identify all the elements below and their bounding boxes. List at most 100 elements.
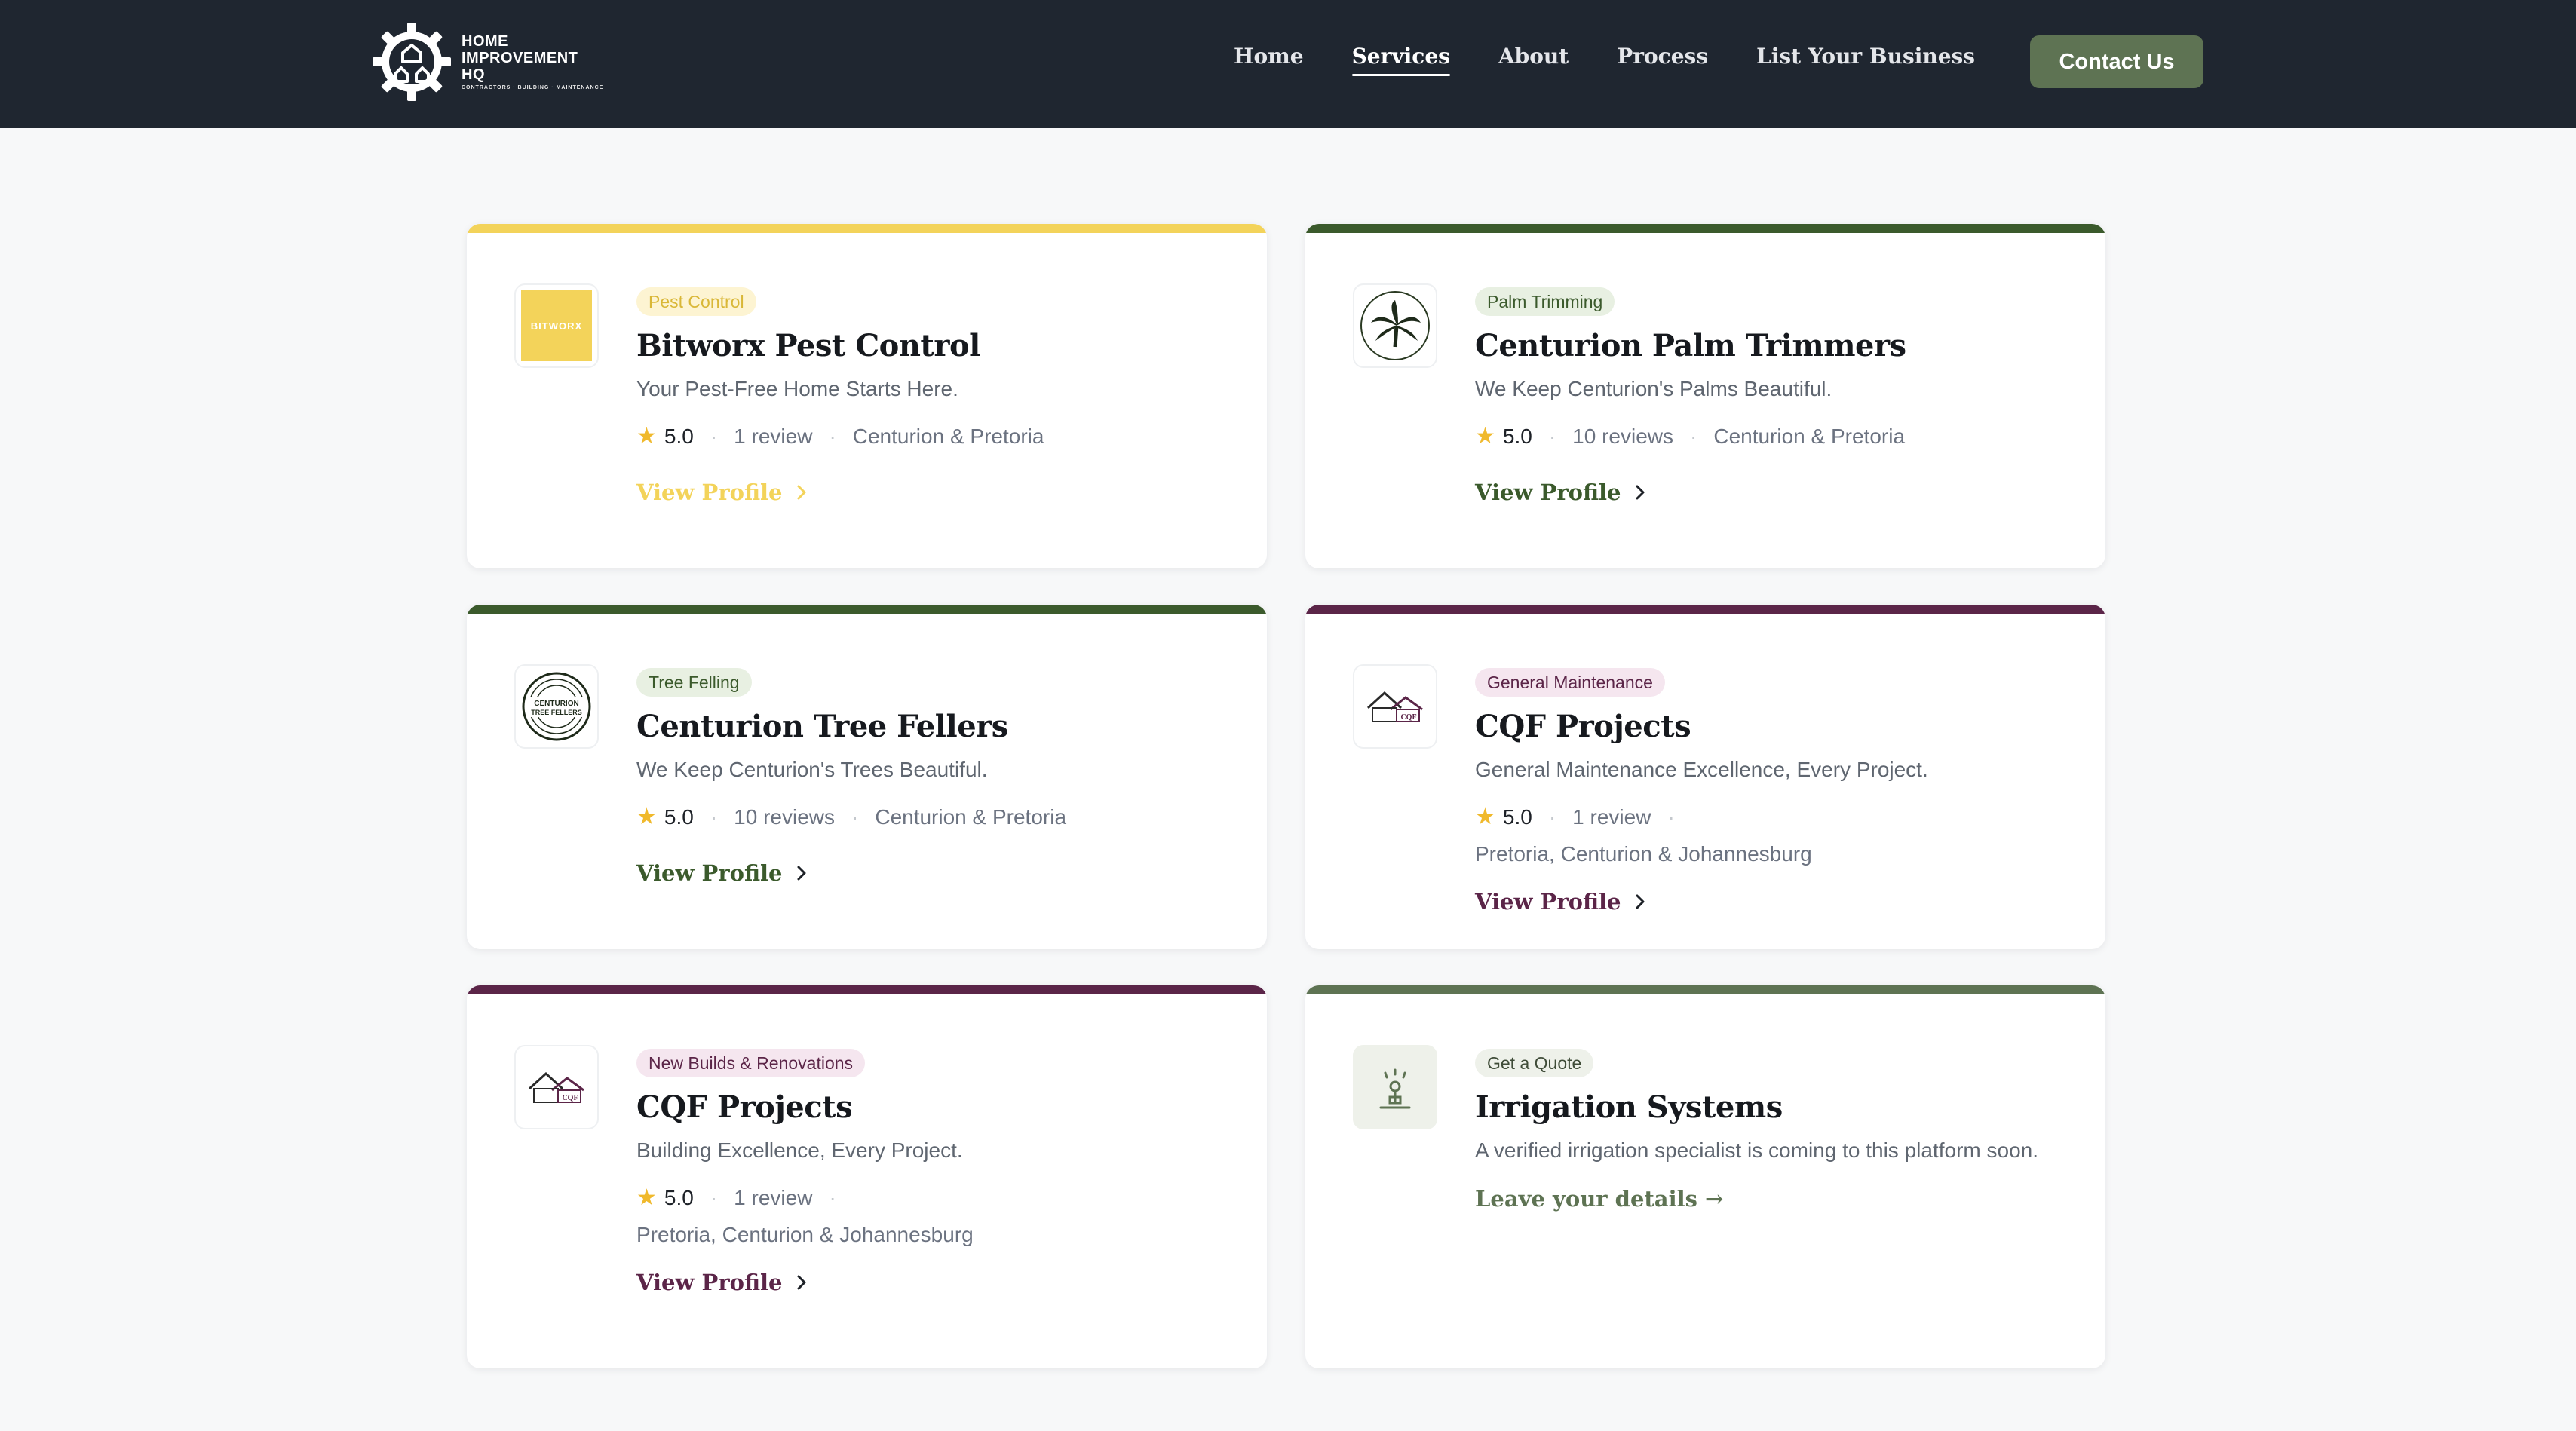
category-badge: Pest Control — [636, 287, 756, 317]
nav-about[interactable]: About — [1498, 44, 1569, 75]
card-body: General Maintenance CQF Projects General… — [1475, 668, 2060, 915]
category-badge: New Builds & Renovations — [636, 1049, 866, 1078]
card-body: Get a Quote Irrigation Systems A verifie… — [1475, 1049, 2060, 1212]
chevron-right-icon — [797, 866, 805, 881]
rating-meta: ★ 5.0 · 1 review · Centurion & Pretoria — [636, 423, 1222, 449]
main-nav: Home Services About Process List Your Bu… — [1234, 44, 1975, 76]
chevron-right-icon — [1636, 894, 1644, 909]
service-card-cqf-builds: CQF New Builds & Renovations CQF Project… — [467, 985, 1267, 1368]
tree-fellers-logo-text-1: CENTURION — [534, 700, 578, 708]
nav-list-your-business[interactable]: List Your Business — [1756, 44, 1975, 75]
card-accent-bar — [1305, 605, 2105, 614]
rating-value: 5.0 — [664, 804, 694, 829]
business-name: CQF Projects — [1475, 709, 1691, 745]
review-count: 10 reviews — [734, 804, 836, 829]
separator-dot: · — [710, 424, 718, 448]
card-accent-bar — [1305, 985, 2105, 994]
business-tagline: Your Pest-Free Home Starts Here. — [636, 377, 958, 401]
business-name: CQF Projects — [636, 1089, 853, 1126]
view-profile-label: View Profile — [636, 480, 783, 506]
category-badge: Palm Trimming — [1475, 287, 1615, 317]
view-profile-link[interactable]: View Profile — [636, 1270, 807, 1295]
nav-services[interactable]: Services — [1351, 44, 1451, 76]
rating-meta: ★ 5.0 · 1 review · — [636, 1184, 1222, 1211]
separator-dot: · — [710, 804, 718, 829]
service-card-tree-fellers: CENTURION TREE FELLERS Tree Felling Cent… — [467, 605, 1267, 949]
rating-value: 5.0 — [664, 424, 694, 448]
gear-home-icon — [373, 23, 451, 101]
business-tagline: We Keep Centurion's Trees Beautiful. — [636, 758, 988, 782]
top-navigation-bar: HOME IMPROVEMENT HQ CONTRACTORS · BUILDI… — [0, 0, 2576, 128]
business-tagline: We Keep Centurion's Palms Beautiful. — [1475, 377, 1832, 401]
service-area: Centurion & Pretoria — [875, 804, 1067, 829]
separator-dot: · — [1548, 424, 1556, 448]
view-profile-label: View Profile — [1475, 889, 1621, 915]
chevron-right-icon — [797, 485, 805, 500]
business-name: Bitworx Pest Control — [636, 328, 980, 364]
chevron-right-icon — [797, 1275, 805, 1290]
review-count: 1 review — [734, 424, 813, 448]
services-grid: BITWORX Pest Control Bitworx Pest Contro… — [467, 224, 2105, 1368]
card-body: Palm Trimming Centurion Palm Trimmers We… — [1475, 287, 2060, 505]
business-tagline: Building Excellence, Every Project. — [636, 1138, 963, 1163]
view-profile-label: View Profile — [636, 1270, 783, 1296]
service-area: Pretoria, Centurion & Johannesburg — [1475, 842, 1812, 866]
business-logo — [1353, 1045, 1437, 1129]
service-card-bitworx: BITWORX Pest Control Bitworx Pest Contro… — [467, 224, 1267, 568]
category-badge: General Maintenance — [1475, 668, 1665, 697]
separator-dot: · — [829, 424, 836, 448]
business-name: Irrigation Systems — [1475, 1089, 1783, 1126]
service-area: Pretoria, Centurion & Johannesburg — [636, 1223, 974, 1247]
business-logo — [1353, 283, 1437, 368]
business-tagline: General Maintenance Excellence, Every Pr… — [1475, 758, 1928, 782]
separator-dot: · — [1667, 804, 1675, 829]
house-logo-icon: CQF — [528, 1071, 584, 1103]
sprinkler-icon — [1379, 1068, 1411, 1109]
star-icon: ★ — [636, 804, 657, 830]
business-logo: CQF — [1353, 664, 1437, 749]
business-name: Centurion Palm Trimmers — [1475, 328, 1906, 364]
brand-line-3: HQ — [462, 66, 485, 83]
rating-value: 5.0 — [1502, 804, 1532, 829]
business-logo: CENTURION TREE FELLERS — [514, 664, 599, 749]
tree-rings-icon: CENTURION TREE FELLERS — [522, 672, 591, 741]
view-profile-link[interactable]: View Profile — [636, 480, 807, 505]
palm-tree-icon — [1360, 291, 1430, 360]
service-card-irrigation: Get a Quote Irrigation Systems A verifie… — [1305, 985, 2105, 1368]
business-logo: BITWORX — [514, 283, 599, 368]
card-accent-bar — [1305, 224, 2105, 233]
nav-process[interactable]: Process — [1617, 44, 1708, 75]
contact-us-button[interactable]: Contact Us — [2030, 35, 2203, 88]
view-profile-link[interactable]: View Profile — [636, 860, 807, 886]
service-area: Centurion & Pretoria — [1713, 424, 1906, 448]
card-body: Pest Control Bitworx Pest Control Your P… — [636, 287, 1222, 505]
brand-name: HOME IMPROVEMENT HQ CONTRACTORS · BUILDI… — [462, 34, 603, 90]
brand-line-1: HOME — [462, 32, 508, 50]
star-icon: ★ — [1475, 424, 1495, 449]
card-accent-bar — [467, 605, 1267, 614]
site-logo[interactable]: HOME IMPROVEMENT HQ CONTRACTORS · BUILDI… — [370, 20, 603, 104]
category-badge: Tree Felling — [636, 668, 752, 697]
view-profile-link[interactable]: View Profile — [1475, 889, 1645, 915]
separator-dot: · — [1690, 424, 1697, 448]
rating-meta: ★ 5.0 · 10 reviews · Centurion & Pretori… — [636, 804, 1222, 830]
card-accent-bar — [467, 985, 1267, 994]
nav-home[interactable]: Home — [1234, 44, 1304, 75]
service-card-palm-trimmers: Palm Trimming Centurion Palm Trimmers We… — [1305, 224, 2105, 568]
view-profile-label: View Profile — [636, 860, 783, 887]
business-tagline: A verified irrigation specialist is comi… — [1475, 1138, 2038, 1163]
view-profile-label: View Profile — [1475, 480, 1621, 506]
separator-dot: · — [1548, 804, 1556, 829]
separator-dot: · — [829, 1185, 836, 1209]
leave-details-link[interactable]: Leave your details → — [1475, 1186, 1723, 1212]
review-count: 1 review — [1572, 804, 1651, 829]
star-icon: ★ — [1475, 804, 1495, 830]
view-profile-link[interactable]: View Profile — [1475, 480, 1645, 505]
tree-fellers-logo-text-2: TREE FELLERS — [531, 709, 582, 716]
rating-meta: ★ 5.0 · 10 reviews · Centurion & Pretori… — [1475, 423, 2060, 449]
house-logo-icon: CQF — [1366, 691, 1423, 722]
service-area: Centurion & Pretoria — [852, 424, 1044, 448]
business-name: Centurion Tree Fellers — [636, 709, 1008, 745]
category-badge: Get a Quote — [1475, 1049, 1594, 1078]
review-count: 1 review — [734, 1185, 813, 1209]
